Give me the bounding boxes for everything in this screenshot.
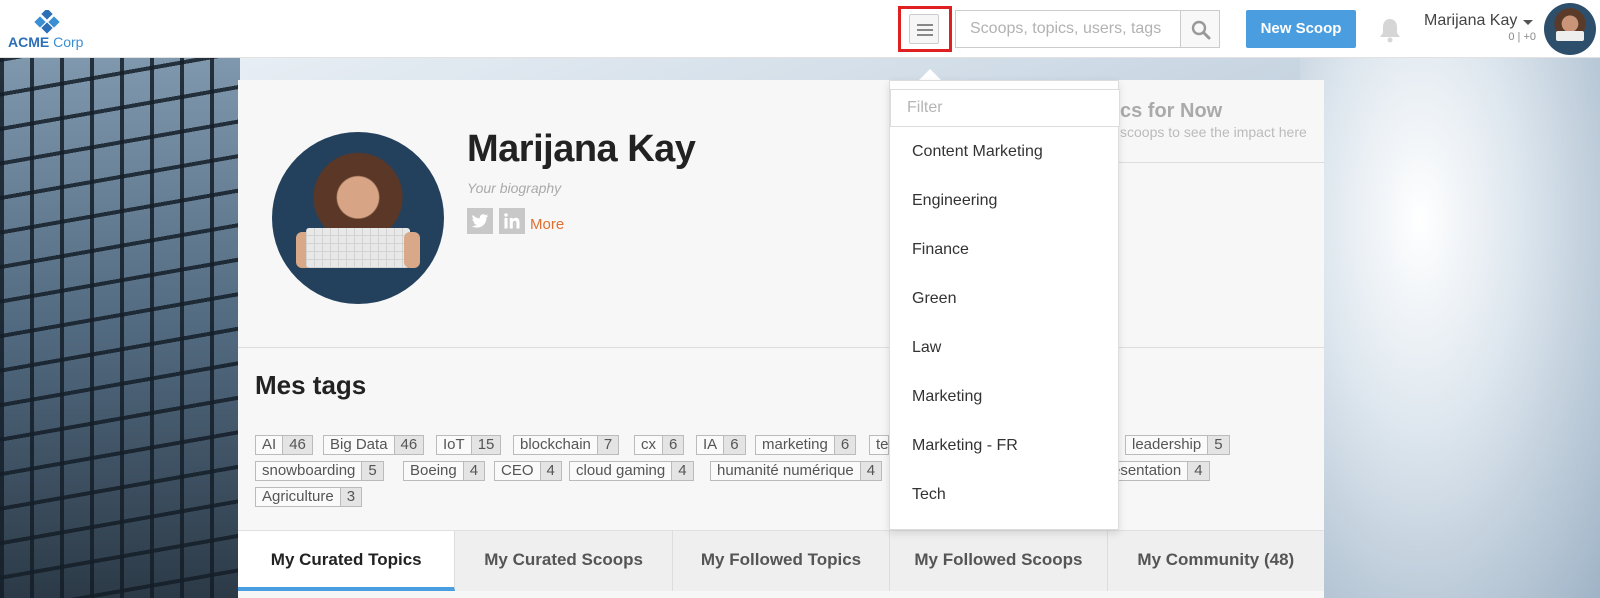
biography-placeholder[interactable]: Your biography: [467, 180, 561, 196]
dropdown-item[interactable]: Engineering: [912, 192, 997, 210]
tag-chip[interactable]: humanité numérique 4: [710, 461, 883, 481]
tag-count: 4: [1187, 462, 1209, 480]
tag-label: Agriculture: [262, 488, 334, 505]
tab-my-community[interactable]: My Community (48): [1107, 531, 1325, 591]
background-clouds: [1300, 58, 1600, 598]
topics-menu-button[interactable]: [898, 6, 952, 52]
tag-chip[interactable]: Boeing 4: [403, 461, 486, 481]
tag-label: IoT: [443, 436, 465, 453]
tag-count: 6: [723, 436, 745, 454]
tag-count: 4: [539, 462, 561, 480]
tag-chip[interactable]: blockchain 7: [513, 435, 620, 455]
new-scoop-button[interactable]: New Scoop: [1246, 10, 1356, 48]
tag-count: 46: [282, 436, 312, 454]
tag-chip[interactable]: te: [869, 435, 889, 455]
stats-title: cs for Now: [1120, 100, 1223, 122]
hamburger-icon: [917, 24, 933, 36]
dropdown-item[interactable]: Marketing: [912, 388, 982, 406]
tag-label: snowboarding: [262, 462, 356, 479]
profile-avatar: [272, 132, 444, 304]
avatar-detail: [306, 228, 410, 268]
user-avatar[interactable]: [1544, 3, 1596, 55]
tag-count: 4: [671, 462, 693, 480]
tab-my-followed-topics[interactable]: My Followed Topics: [672, 531, 891, 591]
tag-label: AI: [262, 436, 277, 453]
tag-chip[interactable]: Big Data 46: [323, 435, 425, 455]
tag-label: humanité numérique: [717, 462, 854, 479]
tags-title: Mes tags: [255, 370, 367, 400]
stats-divider: [1108, 162, 1324, 163]
tag-count: 3: [339, 488, 362, 506]
tag-count: 4: [462, 462, 485, 480]
tag-chip[interactable]: cx 6: [634, 435, 685, 455]
profile-name: Marijana Kay: [467, 128, 696, 170]
bell-icon[interactable]: [1376, 16, 1404, 44]
tag-chip[interactable]: Agriculture 3: [255, 487, 363, 507]
search-icon: [1191, 20, 1211, 40]
tag-chip[interactable]: IoT 15: [436, 435, 502, 455]
tag-count: 6: [833, 436, 856, 454]
background-building: [0, 58, 240, 598]
tag-chip[interactable]: marketing 6: [755, 435, 857, 455]
logo-mark-icon: [34, 10, 60, 34]
dropdown-item[interactable]: Law: [912, 339, 941, 357]
tag-label: Boeing: [410, 462, 457, 479]
tag-label: leadership: [1132, 436, 1202, 453]
tag-count: 15: [470, 436, 501, 454]
tag-label: cx: [641, 436, 656, 453]
user-menu-name[interactable]: Marijana Kay: [1424, 12, 1517, 30]
tag-chip[interactable]: AI 46: [255, 435, 313, 455]
avatar-detail: [404, 232, 420, 268]
logo-text-acme: ACME: [8, 34, 50, 50]
profile-tabs: My Curated Topics My Curated Scoops My F…: [238, 530, 1325, 591]
tag-label: CEO: [501, 462, 534, 479]
linkedin-icon: [504, 213, 520, 229]
tag-chip[interactable]: CEO 4: [494, 461, 562, 481]
section-divider: [238, 347, 1324, 348]
tag-label: te: [876, 436, 889, 453]
tab-my-curated-scoops[interactable]: My Curated Scoops: [455, 531, 673, 591]
tag-label: marketing: [762, 436, 828, 453]
twitter-icon: [471, 214, 489, 228]
tag-label: cloud gaming: [576, 462, 666, 479]
logo-text: ACME Corp: [8, 34, 83, 50]
tag-count: 5: [1207, 436, 1229, 454]
dropdown-item[interactable]: Tech: [912, 486, 946, 504]
tag-count: 46: [393, 436, 424, 454]
filter-input[interactable]: [890, 89, 1120, 127]
dropdown-item[interactable]: Green: [912, 290, 956, 308]
user-stats: 0 | +0: [1508, 31, 1536, 43]
top-header: ACME Corp New Scoop Marijana Kay 0 | +0: [0, 0, 1600, 58]
dropdown-item[interactable]: Finance: [912, 241, 969, 259]
tag-chip[interactable]: IA 6: [696, 435, 746, 455]
tag-chip[interactable]: snowboarding 5: [255, 461, 384, 481]
tag-label: esentation: [1112, 462, 1182, 479]
tag-chip[interactable]: leadership 5: [1125, 435, 1230, 455]
search-input[interactable]: [955, 10, 1181, 48]
tag-count: 7: [596, 436, 619, 454]
tag-label: IA: [703, 436, 718, 453]
dropdown-item[interactable]: Marketing - FR: [912, 437, 1018, 455]
tag-label: Big Data: [330, 436, 388, 453]
topics-dropdown: Content Marketing Engineering Finance Gr…: [889, 80, 1120, 530]
tag-count: 5: [361, 462, 383, 480]
chevron-down-icon[interactable]: [1523, 20, 1533, 25]
topics-menu-button-inner[interactable]: [909, 14, 939, 44]
twitter-button[interactable]: [467, 208, 493, 234]
tag-label: blockchain: [520, 436, 591, 453]
more-link[interactable]: More: [530, 216, 564, 233]
tag-count: 4: [859, 462, 882, 480]
tab-my-followed-scoops[interactable]: My Followed Scoops: [890, 531, 1108, 591]
tag-chip[interactable]: cloud gaming 4: [569, 461, 694, 481]
stats-subtitle: scoops to see the impact here: [1120, 124, 1307, 140]
logo-text-corp: Corp: [53, 34, 84, 50]
search-button[interactable]: [1180, 10, 1220, 48]
logo[interactable]: ACME Corp: [8, 8, 88, 50]
tag-chip[interactable]: esentation 4: [1110, 461, 1210, 481]
dropdown-item[interactable]: Content Marketing: [912, 143, 1043, 161]
linkedin-button[interactable]: [499, 208, 525, 234]
tab-my-curated-topics[interactable]: My Curated Topics: [238, 531, 456, 591]
tag-count: 6: [662, 436, 684, 454]
